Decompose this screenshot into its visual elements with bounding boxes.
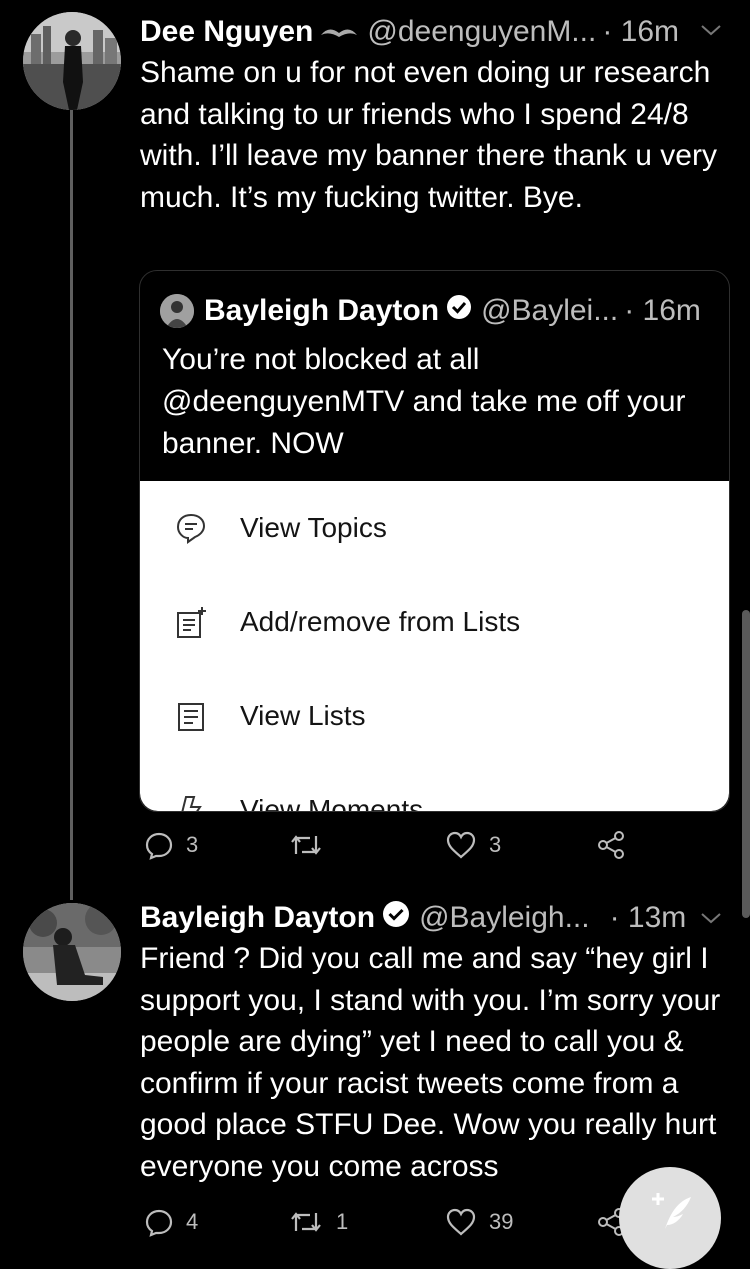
author-handle[interactable]: @Bayleigh... (419, 901, 590, 935)
chevron-down-icon[interactable] (699, 22, 723, 38)
lightning-icon (181, 796, 202, 811)
verified-badge-icon (381, 899, 411, 937)
avatar-dee-nguyen[interactable] (23, 12, 121, 110)
reply-count: 4 (186, 1209, 199, 1234)
list-icon (178, 703, 204, 731)
retweet-icon (291, 835, 321, 855)
tweet-header: Bayleigh Dayton @Bayleigh... · 13m (140, 898, 686, 938)
heart-icon (446, 831, 476, 859)
quoted-author-avatar (160, 294, 194, 328)
tweet-time: · 16m (602, 15, 680, 48)
heart-icon (446, 1208, 476, 1236)
like-button[interactable]: 3 (445, 830, 501, 860)
list-add-icon (177, 607, 206, 638)
tweet-body: Shame on u for not even doing ur researc… (140, 56, 717, 214)
retweet-button[interactable]: 1 (288, 1207, 348, 1237)
menu-item-label: Add/remove from Lists (240, 606, 521, 637)
menu-item-label: View Topics (240, 512, 387, 543)
retweet-button[interactable] (288, 830, 336, 860)
compose-tweet-button[interactable] (619, 1167, 721, 1269)
like-count: 39 (489, 1209, 514, 1234)
scrollbar[interactable] (742, 610, 750, 918)
compose-feather-icon (652, 1193, 691, 1229)
author-name[interactable]: Dee Nguyen (140, 15, 313, 49)
share-icon (598, 831, 624, 859)
chevron-down-icon[interactable] (699, 910, 723, 926)
reply-button[interactable]: 4 (144, 1207, 198, 1237)
share-button[interactable] (596, 830, 626, 860)
mustache-emoji-icon (321, 29, 358, 37)
retweet-count: 1 (336, 1209, 349, 1234)
verified-badge-icon (445, 293, 473, 329)
retweet-icon (291, 1212, 321, 1232)
tweet-header: Dee Nguyen @deenguyenM... · 16m (140, 12, 679, 52)
menu-item-view-lists[interactable]: View Lists (140, 669, 729, 763)
menu-item-label: View Lists (240, 700, 366, 731)
reply-icon (145, 832, 173, 860)
tweet-time: · 13m (609, 901, 687, 934)
tweet-actions: 4 1 39 (140, 1205, 640, 1245)
menu-item-view-moments[interactable]: View Moments (140, 763, 729, 811)
quoted-tweet-header: Bayleigh Dayton @Baylei... · 16m (160, 291, 701, 331)
reply-icon (145, 1209, 173, 1237)
quoted-tweet-body: You’re not blocked at all @deenguyenMTV … (162, 343, 686, 460)
quoted-tweet-time: · 16m (624, 294, 701, 327)
author-name[interactable]: Bayleigh Dayton (140, 901, 375, 935)
topic-bubble-icon (176, 513, 206, 544)
tweet-body: Friend ? Did you call me and say “hey gi… (140, 942, 721, 1183)
author-handle[interactable]: @deenguyenM... (367, 15, 596, 49)
thread-connector-line (70, 105, 73, 900)
menu-item-label: View Moments (240, 794, 424, 811)
avatar-bayleigh-dayton[interactable] (23, 903, 121, 1001)
tweet-actions: 3 3 (140, 828, 640, 868)
quoted-author-name: Bayleigh Dayton (204, 294, 440, 327)
menu-item-add-remove-lists[interactable]: Add/remove from Lists (140, 575, 729, 669)
context-menu: View Topics Add/remove from Lists View L… (140, 481, 729, 811)
reply-button[interactable]: 3 (144, 830, 198, 860)
menu-item-view-topics[interactable]: View Topics (140, 481, 729, 575)
quoted-tweet-card[interactable]: Bayleigh Dayton @Baylei... · 16m You’re … (139, 270, 730, 812)
reply-count: 3 (186, 832, 199, 857)
like-count: 3 (489, 832, 502, 857)
quoted-author-handle: @Baylei... (481, 294, 619, 327)
like-button[interactable]: 39 (445, 1207, 513, 1237)
